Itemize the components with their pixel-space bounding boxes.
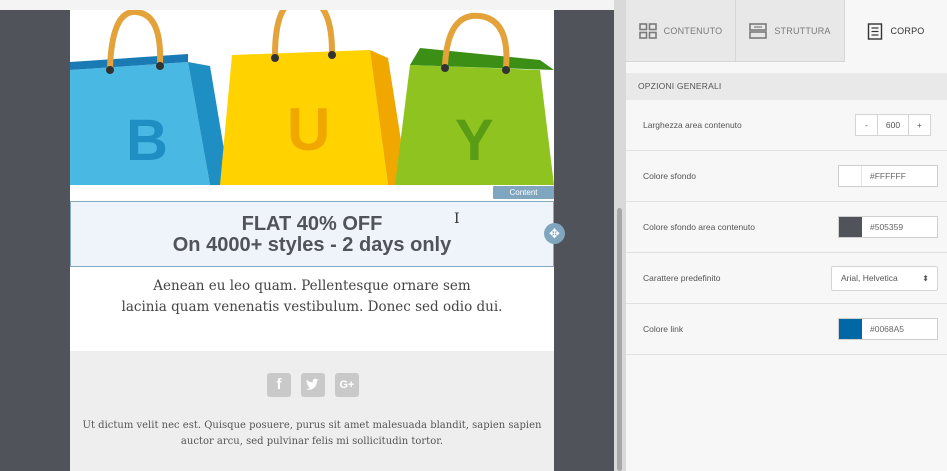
link-color-swatch[interactable] bbox=[839, 319, 862, 339]
section-title: OPZIONI GENERALI bbox=[626, 73, 947, 100]
link-color-picker[interactable]: #0068A5 bbox=[838, 318, 938, 340]
default-font-value: Arial, Helvetica bbox=[841, 273, 898, 283]
content-bg-color-picker[interactable]: #505359 bbox=[838, 216, 938, 238]
move-icon[interactable]: ✥ bbox=[544, 223, 565, 244]
document-icon bbox=[868, 22, 883, 40]
body-paragraph[interactable]: Aenean eu leo quam. Pellentesque ornare … bbox=[70, 276, 554, 318]
headline-line-2[interactable]: On 4000+ styles - 2 days only bbox=[71, 234, 553, 257]
hero-letter-b: B bbox=[126, 108, 168, 173]
rows-icon bbox=[749, 22, 768, 39]
settings-panel: CONTENUTO STRUTTURA CORPO OPZIONI GENERA… bbox=[626, 0, 947, 471]
content-block-tag: Content bbox=[493, 186, 554, 199]
background-color-label: Colore sfondo bbox=[643, 171, 696, 181]
content-width-label: Larghezza area contenuto bbox=[643, 120, 742, 130]
social-icons: f G+ bbox=[248, 373, 378, 399]
email-preview: B U Y Content FLAT 40% OFF On 4000+ styl… bbox=[70, 10, 554, 471]
footer-paragraph[interactable]: Ut dictum velit nec est. Quisque posuere… bbox=[80, 418, 544, 450]
canvas-top-edge bbox=[0, 0, 614, 10]
tab-contenuto[interactable]: CONTENUTO bbox=[626, 0, 736, 62]
link-color-value[interactable]: #0068A5 bbox=[862, 319, 937, 339]
selected-text-block[interactable]: FLAT 40% OFF On 4000+ styles - 2 days on… bbox=[70, 201, 554, 267]
content-width-stepper: - 600 + bbox=[855, 114, 931, 136]
width-plus-button[interactable]: + bbox=[909, 115, 930, 135]
row-default-font: Carattere predefinito Arial, Helvetica ⬍ bbox=[626, 253, 947, 304]
background-color-value[interactable]: #FFFFFF bbox=[862, 166, 937, 186]
select-arrows-icon: ⬍ bbox=[922, 274, 929, 283]
body-line-1: Aenean eu leo quam. Pellentesque ornare … bbox=[153, 278, 471, 294]
panel-tabs: CONTENUTO STRUTTURA CORPO bbox=[626, 0, 947, 62]
tab-struttura[interactable]: STRUTTURA bbox=[736, 0, 845, 62]
scrollbar-thumb[interactable] bbox=[617, 208, 622, 471]
tab-struttura-label: STRUTTURA bbox=[774, 25, 831, 36]
body-line-2: lacinia quam venenatis vestibulum. Donec… bbox=[121, 299, 503, 315]
hero-letter-y: Y bbox=[455, 108, 494, 173]
headline-line-1[interactable]: FLAT 40% OFF bbox=[71, 213, 553, 236]
tab-contenuto-label: CONTENUTO bbox=[663, 25, 723, 36]
tab-corpo-label: CORPO bbox=[890, 26, 925, 36]
tab-corpo[interactable]: CORPO bbox=[845, 0, 947, 62]
row-content-bg-color: Colore sfondo area contenuto #505359 bbox=[626, 202, 947, 253]
link-color-label: Colore link bbox=[643, 324, 684, 334]
footer-block[interactable]: f G+ Ut dictum velit nec est. Quisque po… bbox=[70, 351, 554, 471]
footer-line-1: Ut dictum velit nec est. Quisque posuere… bbox=[82, 420, 542, 431]
hero-image[interactable]: B U Y bbox=[70, 10, 554, 185]
default-font-select[interactable]: Arial, Helvetica ⬍ bbox=[831, 266, 938, 291]
content-bg-color-value[interactable]: #505359 bbox=[862, 217, 937, 237]
editor-root: B U Y Content FLAT 40% OFF On 4000+ styl… bbox=[0, 0, 947, 471]
default-font-label: Carattere predefinito bbox=[643, 273, 721, 283]
shopping-bags-illustration: B U Y bbox=[70, 10, 554, 185]
row-content-width: Larghezza area contenuto - 600 + bbox=[626, 100, 947, 151]
width-value-input[interactable]: 600 bbox=[877, 115, 909, 135]
width-minus-button[interactable]: - bbox=[856, 115, 877, 135]
twitter-icon[interactable] bbox=[301, 373, 325, 397]
content-bg-color-swatch[interactable] bbox=[839, 217, 862, 237]
hero-letter-u: U bbox=[287, 96, 330, 163]
background-color-swatch[interactable] bbox=[839, 166, 862, 186]
row-link-color: Colore link #0068A5 bbox=[626, 304, 947, 355]
google-plus-icon[interactable]: G+ bbox=[335, 373, 359, 397]
content-bg-color-label: Colore sfondo area contenuto bbox=[643, 222, 755, 232]
background-color-picker[interactable]: #FFFFFF bbox=[838, 165, 938, 187]
footer-line-2: auctor arcu, sed pulvinar felis mi solli… bbox=[180, 436, 444, 447]
text-cursor-icon: I bbox=[454, 211, 460, 227]
row-background-color: Colore sfondo #FFFFFF bbox=[626, 151, 947, 202]
grid-icon bbox=[638, 22, 657, 39]
facebook-icon[interactable]: f bbox=[267, 373, 291, 397]
